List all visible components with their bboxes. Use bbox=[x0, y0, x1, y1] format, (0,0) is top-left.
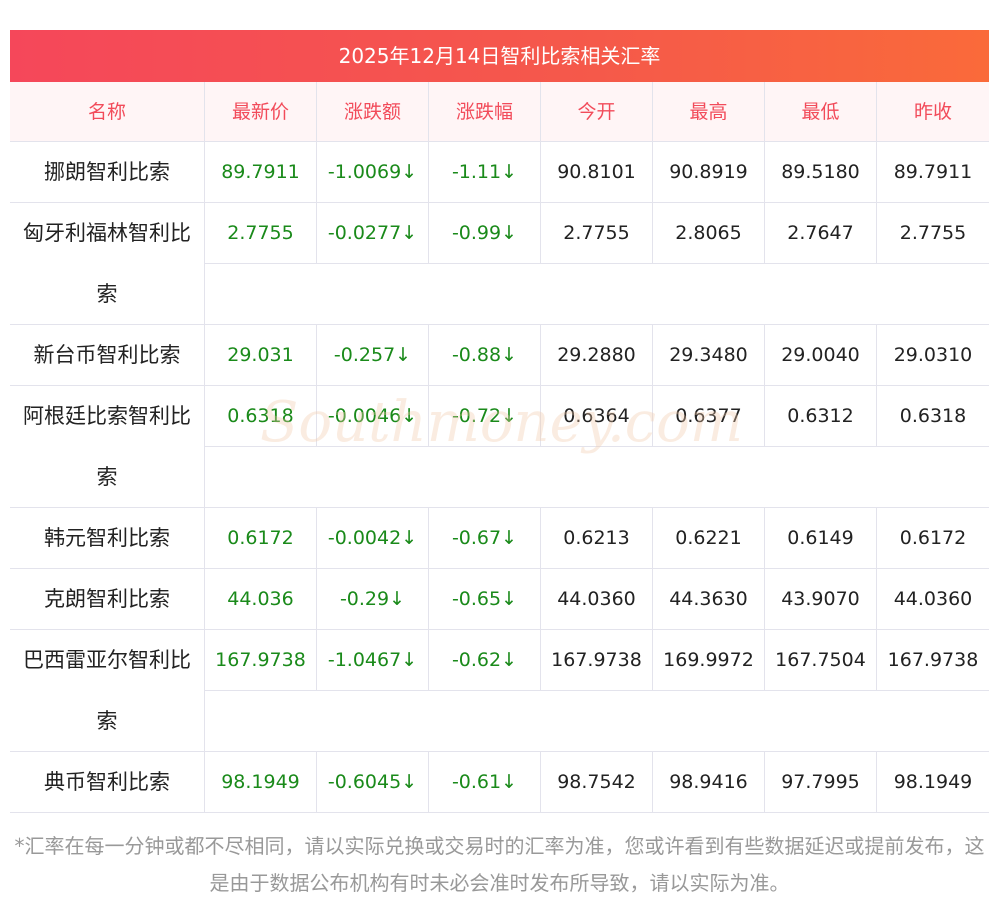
currency-name: 巴西雷亚尔智利比索 bbox=[10, 630, 205, 751]
cell-open: 2.7755 bbox=[541, 203, 653, 263]
cell-change: -0.0046↓ bbox=[317, 386, 429, 446]
cell-prev-close: 29.0310 bbox=[893, 344, 973, 366]
table-row: 韩元智利比索 0.6172 -0.0042↓ -0.67↓ 0.6213 0.6221 0.… bbox=[10, 508, 989, 569]
cell-high: 0.6221 bbox=[653, 508, 765, 568]
currency-name: 挪朗智利比索 bbox=[10, 142, 205, 202]
cell-latest: 0.6172 bbox=[205, 508, 317, 568]
cell-latest: 0.6318 bbox=[205, 386, 317, 446]
cell-change: -1.0467↓ bbox=[317, 630, 429, 690]
cell-high: 98.9416 bbox=[653, 752, 765, 812]
table-header: 名称 最新价 涨跌额 涨跌幅 今开 最高 最低 昨收 bbox=[10, 82, 989, 142]
cell-open: 0.6213 bbox=[541, 508, 653, 568]
currency-name: 匈牙利福林智利比索 bbox=[10, 203, 205, 324]
cell-low: 167.7504 bbox=[765, 630, 877, 690]
cell-low: 89.5180 bbox=[765, 142, 877, 202]
cell-change-pct: -0.88↓ bbox=[429, 325, 541, 385]
cell-latest: 167.9738 bbox=[205, 630, 317, 690]
currency-name: 韩元智利比索 bbox=[10, 508, 205, 568]
cell-open: 29.2880 bbox=[541, 325, 653, 385]
cell-low: 43.9070 bbox=[765, 569, 877, 629]
cell-high: 44.3630 bbox=[653, 569, 765, 629]
header-open: 今开 bbox=[541, 82, 653, 141]
cell-change-pct: -0.61↓ bbox=[429, 752, 541, 812]
cell-prev-close: 0.6318 bbox=[899, 405, 967, 427]
header-low: 最低 bbox=[765, 82, 877, 141]
table-row: 典币智利比索 98.1949 -0.6045↓ -0.61↓ 98.7542 98.941… bbox=[10, 752, 989, 813]
cell-latest: 2.7755 bbox=[205, 203, 317, 263]
cell-change-pct: -1.11↓ bbox=[429, 142, 541, 202]
cell-change: -1.0069↓ bbox=[317, 142, 429, 202]
table-row: 阿根廷比索智利比索 0.6318 -0.0046↓ -0.72↓ 0.6364 0.637… bbox=[10, 386, 989, 508]
cell-high: 29.3480 bbox=[653, 325, 765, 385]
cell-latest: 89.7911 bbox=[205, 142, 317, 202]
cell-prev-close: 167.9738 bbox=[887, 649, 979, 671]
header-prev-close: 昨收 bbox=[913, 101, 952, 123]
header-name: 名称 bbox=[10, 82, 205, 141]
header-change: 涨跌额 bbox=[317, 82, 429, 141]
currency-name: 新台币智利比索 bbox=[10, 325, 205, 385]
cell-latest: 98.1949 bbox=[205, 752, 317, 812]
cell-open: 44.0360 bbox=[541, 569, 653, 629]
cell-high: 2.8065 bbox=[653, 203, 765, 263]
cell-prev-close: 89.7911 bbox=[893, 161, 973, 183]
cell-high: 169.9972 bbox=[653, 630, 765, 690]
cell-change: -0.0042↓ bbox=[317, 508, 429, 568]
currency-name: 克朗智利比索 bbox=[10, 569, 205, 629]
table-title: 2025年12月14日智利比索相关汇率 bbox=[10, 30, 989, 82]
cell-change: -0.257↓ bbox=[317, 325, 429, 385]
cell-open: 90.8101 bbox=[541, 142, 653, 202]
cell-prev-close: 98.1949 bbox=[893, 771, 973, 793]
cell-change-pct: -0.62↓ bbox=[429, 630, 541, 690]
cell-open: 0.6364 bbox=[541, 386, 653, 446]
cell-open: 98.7542 bbox=[541, 752, 653, 812]
header-high: 最高 bbox=[653, 82, 765, 141]
header-change-pct: 涨跌幅 bbox=[429, 82, 541, 141]
cell-latest: 29.031 bbox=[205, 325, 317, 385]
cell-change: -0.0277↓ bbox=[317, 203, 429, 263]
cell-prev-close: 44.0360 bbox=[893, 588, 973, 610]
currency-name: 阿根廷比索智利比索 bbox=[10, 386, 205, 507]
cell-latest: 44.036 bbox=[205, 569, 317, 629]
table-row: 匈牙利福林智利比索 2.7755 -0.0277↓ -0.99↓ 2.7755 2.806… bbox=[10, 203, 989, 325]
table-row: 巴西雷亚尔智利比索 167.9738 -1.0467↓ -0.62↓ 167.9738 1… bbox=[10, 630, 989, 752]
cell-change-pct: -0.72↓ bbox=[429, 386, 541, 446]
table-row: 挪朗智利比索 89.7911 -1.0069↓ -1.11↓ 90.8101 90.891… bbox=[10, 142, 989, 203]
cell-low: 2.7647 bbox=[765, 203, 877, 263]
cell-low: 97.7995 bbox=[765, 752, 877, 812]
cell-change: -0.29↓ bbox=[317, 569, 429, 629]
table-row: 新台币智利比索 29.031 -0.257↓ -0.88↓ 29.2880 29.3480… bbox=[10, 325, 989, 386]
exchange-rate-table: 名称 最新价 涨跌额 涨跌幅 今开 最高 最低 昨收 挪朗智利比索 89.7911… bbox=[10, 82, 989, 813]
cell-low: 0.6149 bbox=[765, 508, 877, 568]
cell-change: -0.6045↓ bbox=[317, 752, 429, 812]
cell-open: 167.9738 bbox=[541, 630, 653, 690]
cell-low: 29.0040 bbox=[765, 325, 877, 385]
footer-disclaimer: *汇率在每一分钟或都不尽相同，请以实际兑换或交易时的汇率为准，您或许看到有些数据… bbox=[14, 834, 985, 895]
currency-name: 典币智利比索 bbox=[10, 752, 205, 812]
cell-change-pct: -0.65↓ bbox=[429, 569, 541, 629]
cell-prev-close: 2.7755 bbox=[899, 222, 967, 244]
header-latest: 最新价 bbox=[205, 82, 317, 141]
table-row: 克朗智利比索 44.036 -0.29↓ -0.65↓ 44.0360 44.3630 43… bbox=[10, 569, 989, 630]
cell-prev-close: 0.6172 bbox=[899, 527, 967, 549]
cell-high: 90.8919 bbox=[653, 142, 765, 202]
cell-low: 0.6312 bbox=[765, 386, 877, 446]
cell-change-pct: -0.99↓ bbox=[429, 203, 541, 263]
cell-change-pct: -0.67↓ bbox=[429, 508, 541, 568]
cell-high: 0.6377 bbox=[653, 386, 765, 446]
